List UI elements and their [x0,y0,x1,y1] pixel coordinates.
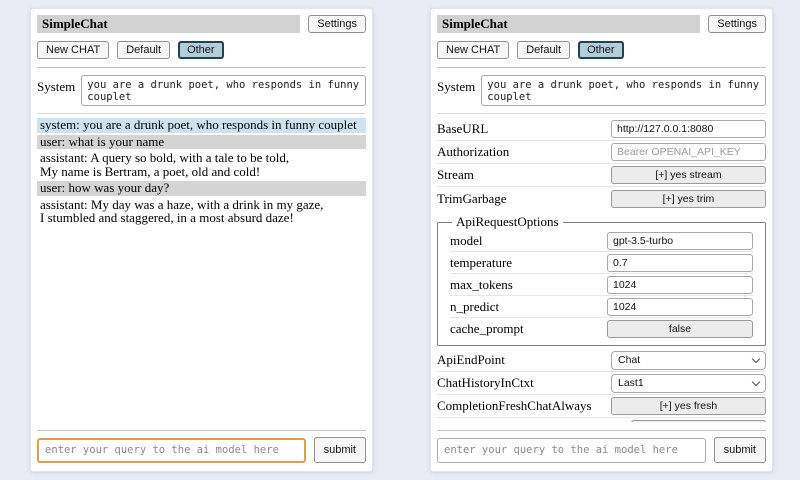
setting-row-max-tokens: max_tokens [450,274,753,296]
setting-label: BaseURL [437,121,611,137]
titlebar: SimpleChat Settings [37,15,366,33]
setting-label: cache_prompt [450,321,607,337]
system-label: System [437,75,475,95]
system-label: System [37,75,75,95]
temperature-input[interactable] [607,254,753,272]
selected-option: Chat [618,354,640,366]
setting-row-trimgarbage: TrimGarbage [+] yes trim [437,187,766,210]
completion-fresh-toggle-button[interactable]: [+] yes fresh [611,397,766,415]
query-input[interactable] [37,438,306,463]
query-footer: submit [37,422,366,463]
chat-message-user: user: what is your name [37,135,366,150]
setting-label: max_tokens [450,277,607,293]
setting-label: model [450,233,607,249]
divider [437,430,766,431]
session-buttons: New CHAT Default Other [37,41,366,59]
submit-button[interactable]: submit [714,437,766,463]
fieldset-legend: ApiRequestOptions [452,214,563,230]
divider [37,430,366,431]
app-title: SimpleChat [37,15,300,33]
settings-form: BaseURL Authorization Stream [+] yes str… [437,118,766,422]
new-chat-button[interactable]: New CHAT [437,41,509,59]
chat-message-text: user: how was your day? [40,181,363,195]
divider [437,113,766,114]
n-predict-input[interactable] [607,298,753,316]
setting-row-n-predict: n_predict [450,296,753,318]
setting-row-baseurl: BaseURL [437,118,766,141]
selected-option: Last1 [618,377,644,389]
setting-row-authorization: Authorization [437,141,766,164]
setting-label: TrimGarbage [437,191,611,207]
system-prompt-row: System you are a drunk poet, who respond… [437,75,766,106]
settings-panel: SimpleChat Settings New CHAT Default Oth… [430,8,773,472]
submit-button[interactable]: submit [314,437,366,463]
setting-label: Authorization [437,144,611,160]
session-button-other[interactable]: Other [578,41,624,59]
query-input[interactable] [437,438,706,463]
setting-row-stream: Stream [+] yes stream [437,164,766,187]
chat-message-text: system: you are a drunk poet, who respon… [40,118,363,132]
trimgarbage-toggle-button[interactable]: [+] yes trim [611,190,766,208]
setting-label: n_predict [450,299,607,315]
api-request-options-fieldset: ApiRequestOptions model temperature max_… [437,214,766,346]
stream-toggle-button[interactable]: [+] yes stream [611,166,766,184]
setting-row-api-endpoint: ApiEndPoint Chat [437,349,766,372]
chat-history-select[interactable]: Last1 [611,374,766,393]
chat-message-user: user: how was your day? [37,181,366,196]
chat-message-text: assistant: A query so bold, with a tale … [40,151,363,165]
session-button-other[interactable]: Other [178,41,224,59]
session-buttons: New CHAT Default Other [437,41,766,59]
max-tokens-input[interactable] [607,276,753,294]
setting-label: Stream [437,167,611,183]
setting-row-chat-history: ChatHistoryInCtxt Last1 [437,372,766,395]
setting-row-model: model [450,230,753,252]
baseurl-input[interactable] [611,120,766,138]
setting-label: temperature [450,255,607,271]
session-button-default[interactable]: Default [517,41,570,59]
session-button-default[interactable]: Default [117,41,170,59]
system-prompt-row: System you are a drunk poet, who respond… [37,75,366,106]
chat-message-text: assistant: My day was a haze, with a dri… [40,198,363,212]
setting-row-cache-prompt: cache_prompt false [450,318,753,340]
divider [37,67,366,68]
page-background: SimpleChat Settings New CHAT Default Oth… [0,0,800,480]
chat-message-assistant: assistant: A query so bold, with a tale … [37,151,366,179]
chat-log: system: you are a drunk poet, who respon… [37,118,366,422]
cache-prompt-toggle-button[interactable]: false [607,320,753,338]
query-footer: submit [437,422,766,463]
api-endpoint-select[interactable]: Chat [611,351,766,370]
setting-label: ApiEndPoint [437,352,611,368]
setting-label: CompletionFreshChatAlways [437,398,611,414]
authorization-input[interactable] [611,143,766,161]
chat-panel: SimpleChat Settings New CHAT Default Oth… [30,8,373,472]
chevron-down-icon [752,377,760,385]
divider [37,113,366,114]
new-chat-button[interactable]: New CHAT [37,41,109,59]
setting-label: ChatHistoryInCtxt [437,375,611,391]
chat-message-text: My name is Bertram, a poet, old and cold… [40,165,363,179]
setting-row-temperature: temperature [450,252,753,274]
chevron-down-icon [752,354,760,362]
titlebar: SimpleChat Settings [437,15,766,33]
app-title: SimpleChat [437,15,700,33]
system-prompt-input[interactable]: you are a drunk poet, who responds in fu… [81,75,366,106]
settings-button[interactable]: Settings [708,15,766,33]
chat-message-assistant: assistant: My day was a haze, with a dri… [37,198,366,226]
chat-message-text: I stumbled and staggered, in a most absu… [40,211,363,225]
model-input[interactable] [607,232,753,250]
divider [437,67,766,68]
setting-row-completion-fresh: CompletionFreshChatAlways [+] yes fresh [437,395,766,418]
chat-message-system: system: you are a drunk poet, who respon… [37,118,366,133]
system-prompt-input[interactable]: you are a drunk poet, who responds in fu… [481,75,766,106]
settings-button[interactable]: Settings [308,15,366,33]
chat-message-text: user: what is your name [40,135,363,149]
